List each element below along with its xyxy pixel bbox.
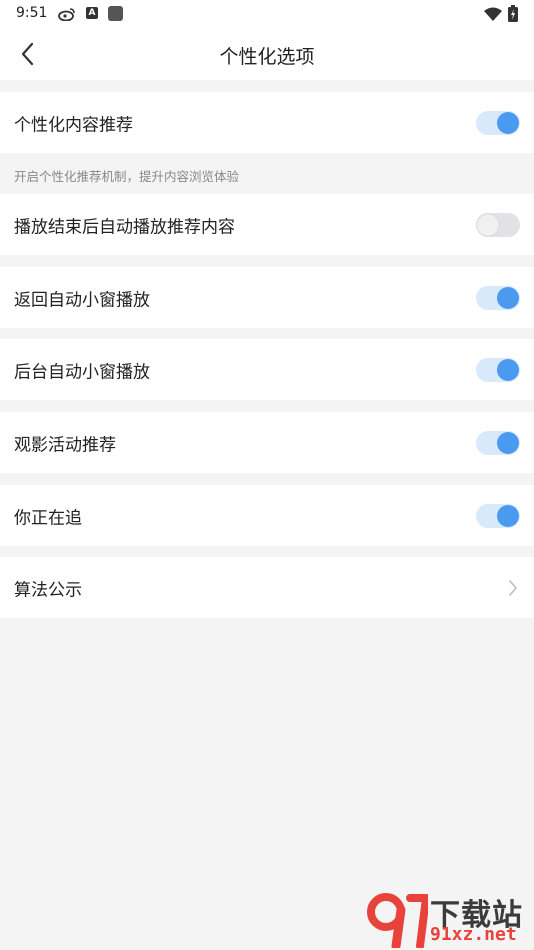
- personalized-recommend-toggle[interactable]: [476, 110, 520, 135]
- page-title: 个性化选项: [219, 46, 315, 68]
- toggle-knob: [477, 213, 499, 236]
- return-mini-window-toggle[interactable]: [476, 285, 520, 310]
- a-icon: A: [86, 7, 98, 19]
- square-icon: [108, 6, 123, 21]
- viewing-activity-toggle[interactable]: [476, 430, 520, 455]
- autoplay-after-end-toggle[interactable]: [476, 212, 520, 237]
- setting-label: 算法公示: [14, 580, 82, 600]
- algorithm-disclosure-row[interactable]: 算法公示: [0, 557, 534, 618]
- setting-row-viewing-activity: 观影活动推荐: [0, 412, 534, 473]
- watermark-url-text: 91xz.net: [430, 924, 517, 945]
- setting-row-autoplay-after-end: 播放结束后自动播放推荐内容: [0, 194, 534, 255]
- toggle-knob: [497, 431, 519, 454]
- wifi-icon: [484, 7, 502, 21]
- setting-label: 播放结束后自动播放推荐内容: [14, 217, 235, 237]
- setting-row-personalized-recommend: 个性化内容推荐: [0, 92, 534, 153]
- toggle-knob: [497, 286, 519, 309]
- toggle-knob: [497, 111, 519, 134]
- battery-icon: [508, 5, 518, 22]
- setting-label: 你正在追: [14, 508, 82, 528]
- setting-row-return-mini-window: 返回自动小窗播放: [0, 267, 534, 328]
- weibo-icon: [58, 8, 75, 21]
- helper-text: 开启个性化推荐机制，提升内容浏览体验: [14, 169, 240, 184]
- status-time: 9:51: [16, 5, 48, 21]
- toggle-knob: [497, 358, 519, 381]
- setting-row-watching: 你正在追: [0, 485, 534, 546]
- setting-label: 个性化内容推荐: [14, 115, 133, 135]
- watermark-logo-icon: [367, 893, 428, 948]
- status-bar: 9:51 A: [0, 0, 534, 28]
- watching-toggle[interactable]: [476, 503, 520, 528]
- toggle-knob: [497, 504, 519, 527]
- background-mini-window-toggle[interactable]: [476, 357, 520, 382]
- watermark: 下载站 91xz.net: [366, 890, 534, 948]
- chevron-right-icon: [509, 579, 517, 596]
- setting-row-background-mini-window: 后台自动小窗播放: [0, 339, 534, 400]
- setting-label: 返回自动小窗播放: [14, 290, 150, 310]
- nav-bar: 个性化选项: [0, 28, 534, 80]
- setting-label: 观影活动推荐: [14, 435, 116, 455]
- setting-label: 后台自动小窗播放: [14, 362, 150, 382]
